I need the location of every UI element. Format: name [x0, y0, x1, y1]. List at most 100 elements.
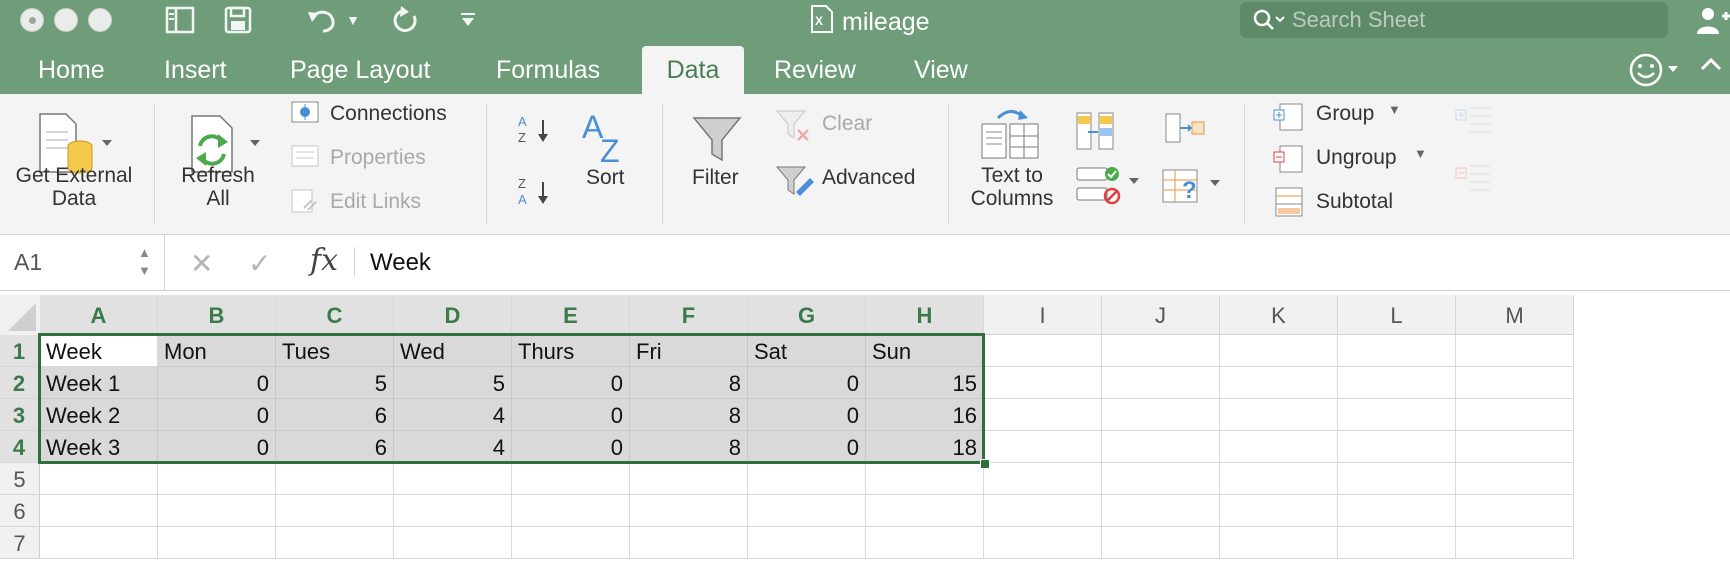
fill-handle[interactable]: [980, 459, 990, 469]
cell-d2[interactable]: 5: [394, 367, 512, 399]
cell-l7[interactable]: [1338, 527, 1456, 559]
cell-d5[interactable]: [394, 463, 512, 495]
confirm-entry-icon[interactable]: ✓: [248, 247, 271, 280]
select-all-corner[interactable]: [0, 295, 41, 336]
cell-k5[interactable]: [1220, 463, 1338, 495]
cell-j2[interactable]: [1102, 367, 1220, 399]
cell-e6[interactable]: [512, 495, 630, 527]
undo-dropdown-icon[interactable]: ▼: [344, 4, 362, 36]
cell-e5[interactable]: [512, 463, 630, 495]
cell-j1[interactable]: [1102, 335, 1220, 367]
cell-g1[interactable]: Sat: [748, 335, 866, 367]
cell-g3[interactable]: 0: [748, 399, 866, 431]
ungroup-icon[interactable]: [1272, 144, 1306, 179]
row-header-1[interactable]: 1: [0, 335, 40, 367]
cell-f7[interactable]: [630, 527, 748, 559]
column-header-a[interactable]: A: [40, 295, 158, 335]
cell-c2[interactable]: 5: [276, 367, 394, 399]
cell-f3[interactable]: 8: [630, 399, 748, 431]
row-header-5[interactable]: 5: [0, 463, 40, 495]
cell-e4[interactable]: 0: [512, 431, 630, 463]
column-header-l[interactable]: L: [1338, 295, 1456, 335]
cell-k1[interactable]: [1220, 335, 1338, 367]
cell-k2[interactable]: [1220, 367, 1338, 399]
column-header-h[interactable]: H: [866, 295, 984, 335]
cell-l6[interactable]: [1338, 495, 1456, 527]
column-header-b[interactable]: B: [158, 295, 276, 335]
cell-c6[interactable]: [276, 495, 394, 527]
cell-c5[interactable]: [276, 463, 394, 495]
cell-j5[interactable]: [1102, 463, 1220, 495]
cell-m1[interactable]: [1456, 335, 1574, 367]
cell-f6[interactable]: [630, 495, 748, 527]
collapse-ribbon-icon[interactable]: [1700, 56, 1722, 77]
cell-g6[interactable]: [748, 495, 866, 527]
cell-g7[interactable]: [748, 527, 866, 559]
cell-m7[interactable]: [1456, 527, 1574, 559]
cell-c4[interactable]: 6: [276, 431, 394, 463]
sidebar-toggle-icon[interactable]: [162, 4, 198, 36]
customize-toolbar-icon[interactable]: [456, 4, 480, 36]
cell-h1[interactable]: Sun: [866, 335, 984, 367]
column-header-e[interactable]: E: [512, 295, 630, 335]
cell-i1[interactable]: [984, 335, 1102, 367]
cell-f5[interactable]: [630, 463, 748, 495]
column-header-g[interactable]: G: [748, 295, 866, 335]
close-window-button[interactable]: [20, 8, 44, 32]
cell-k3[interactable]: [1220, 399, 1338, 431]
cell-e7[interactable]: [512, 527, 630, 559]
column-header-c[interactable]: C: [276, 295, 394, 335]
tab-view[interactable]: View: [902, 46, 980, 94]
cell-h2[interactable]: 15: [866, 367, 984, 399]
search-icon[interactable]: [1252, 8, 1286, 32]
sort-icon[interactable]: AZ: [578, 109, 638, 169]
cell-f1[interactable]: Fri: [630, 335, 748, 367]
cell-m2[interactable]: [1456, 367, 1574, 399]
undo-icon[interactable]: [304, 4, 340, 36]
cell-a7[interactable]: [40, 527, 158, 559]
flash-fill-icon[interactable]: [1074, 110, 1116, 157]
text-to-columns-button[interactable]: Text to Columns: [960, 164, 1064, 210]
cell-a1[interactable]: Week: [40, 335, 158, 367]
cell-c7[interactable]: [276, 527, 394, 559]
cell-b7[interactable]: [158, 527, 276, 559]
insert-function-icon[interactable]: fx: [310, 243, 338, 278]
cell-b5[interactable]: [158, 463, 276, 495]
cell-d1[interactable]: Wed: [394, 335, 512, 367]
sort-button[interactable]: Sort: [586, 166, 625, 190]
column-header-d[interactable]: D: [394, 295, 512, 335]
consolidate-icon[interactable]: [1162, 110, 1206, 155]
cell-l1[interactable]: [1338, 335, 1456, 367]
row-header-3[interactable]: 3: [0, 399, 40, 431]
filter-button[interactable]: Filter: [692, 166, 739, 190]
cell-i2[interactable]: [984, 367, 1102, 399]
cell-h4[interactable]: 18: [866, 431, 984, 463]
tab-home[interactable]: Home: [26, 46, 117, 94]
name-box-stepper-icon[interactable]: ▲ ▼: [138, 244, 151, 280]
subtotal-icon[interactable]: [1274, 186, 1306, 223]
cell-e3[interactable]: 0: [512, 399, 630, 431]
save-icon[interactable]: [220, 4, 256, 36]
cell-b3[interactable]: 0: [158, 399, 276, 431]
text-to-columns-icon[interactable]: [978, 104, 1042, 167]
cell-m6[interactable]: [1456, 495, 1574, 527]
group-button[interactable]: Group: [1316, 102, 1374, 126]
cell-g5[interactable]: [748, 463, 866, 495]
cell-c3[interactable]: 6: [276, 399, 394, 431]
group-dropdown-icon[interactable]: ▼: [1388, 102, 1401, 117]
cell-a2[interactable]: Week 1: [40, 367, 158, 399]
cell-a6[interactable]: [40, 495, 158, 527]
tab-formulas[interactable]: Formulas: [484, 46, 612, 94]
tab-data[interactable]: Data: [642, 46, 744, 94]
cell-e1[interactable]: Thurs: [512, 335, 630, 367]
cell-h3[interactable]: 16: [866, 399, 984, 431]
cell-l3[interactable]: [1338, 399, 1456, 431]
cell-m5[interactable]: [1456, 463, 1574, 495]
what-if-analysis-icon[interactable]: ?: [1160, 166, 1226, 211]
refresh-all-button[interactable]: Refresh All: [164, 164, 272, 210]
column-header-i[interactable]: I: [984, 295, 1102, 335]
cell-l5[interactable]: [1338, 463, 1456, 495]
cell-k6[interactable]: [1220, 495, 1338, 527]
feedback-smiley-icon[interactable]: [1628, 52, 1684, 93]
cell-h7[interactable]: [866, 527, 984, 559]
